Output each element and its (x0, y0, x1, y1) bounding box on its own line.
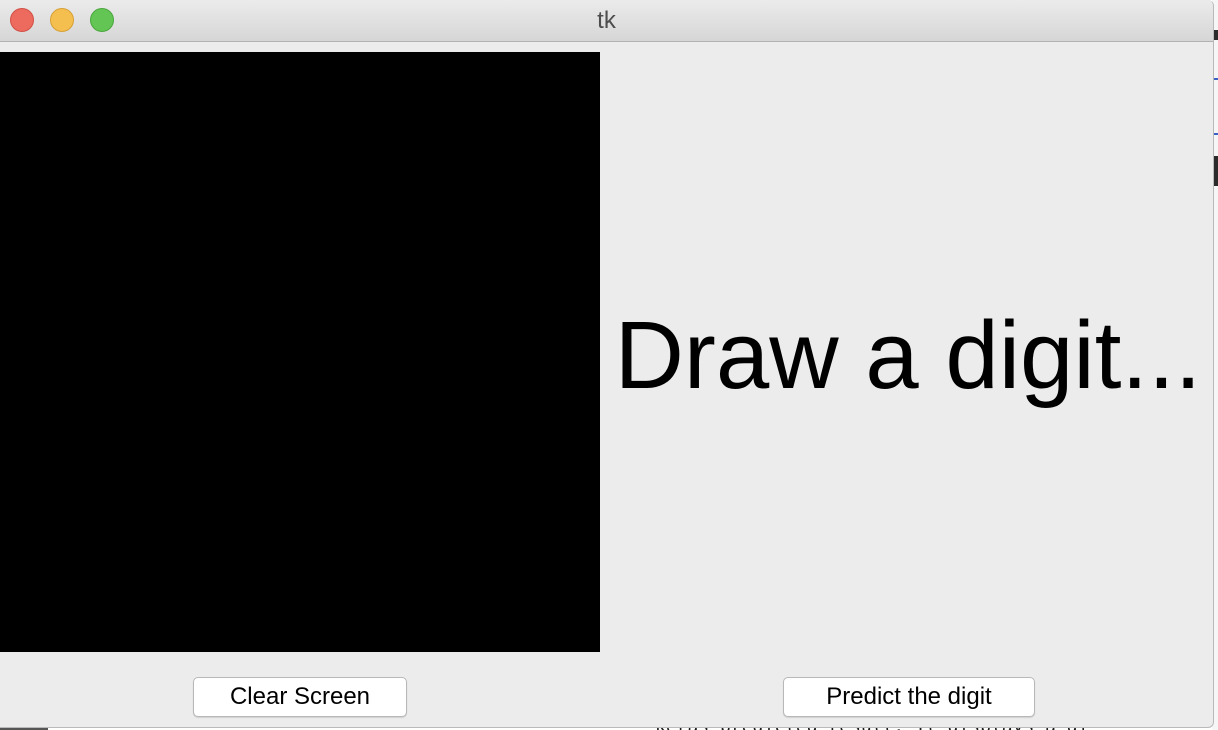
window-title: tk (597, 7, 616, 34)
predict-digit-button[interactable]: Predict the digit (783, 677, 1035, 717)
drawing-canvas[interactable] (0, 52, 600, 652)
prediction-label: Draw a digit... (614, 302, 1202, 409)
clear-screen-button[interactable]: Clear Screen (193, 677, 407, 717)
tk-window: tk Draw a digit... Clear Screen Predict … (0, 0, 1214, 728)
title-bar[interactable]: tk (0, 0, 1213, 42)
